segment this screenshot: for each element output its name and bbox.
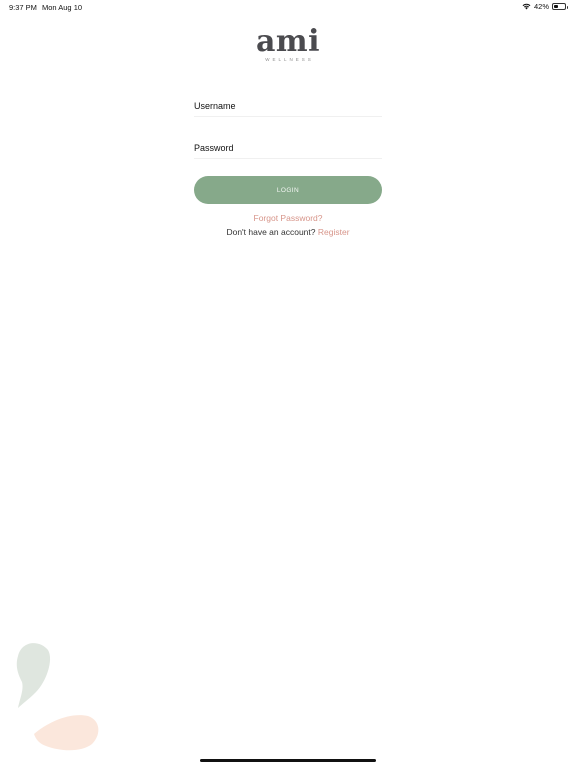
login-form: Username Password xyxy=(194,96,382,180)
green-leaf-shape xyxy=(16,643,51,708)
logo-wordmark: ami xyxy=(255,24,321,59)
peach-leaf-shape xyxy=(34,715,99,751)
battery-fill xyxy=(554,5,559,8)
password-label: Password xyxy=(194,143,234,153)
username-underline xyxy=(194,116,382,117)
username-label: Username xyxy=(194,101,236,111)
status-time: 9:37 PM xyxy=(9,3,37,12)
password-input[interactable] xyxy=(194,158,382,174)
status-indicators: 42% xyxy=(522,2,568,11)
leaf-decoration xyxy=(16,643,99,751)
forgot-password-link[interactable]: Forgot Password? xyxy=(0,213,576,223)
register-link[interactable]: Register xyxy=(318,227,350,237)
status-date: Mon Aug 10 xyxy=(42,3,83,12)
logo-subtitle: WELLNESS xyxy=(265,57,314,62)
status-bar: 9:37 PM Mon Aug 10 42% xyxy=(0,0,576,14)
home-indicator[interactable] xyxy=(200,759,376,762)
battery-percent: 42% xyxy=(533,2,549,11)
no-account-text: Don't have an account? xyxy=(226,227,316,237)
app-logo: ami WELLNESS xyxy=(0,24,576,63)
login-button[interactable]: LOGIN xyxy=(194,176,382,204)
password-underline xyxy=(194,158,382,159)
register-prompt: Don't have an account? Register xyxy=(0,227,576,237)
username-input[interactable] xyxy=(194,116,382,132)
username-field: Username xyxy=(194,96,382,138)
password-field: Password xyxy=(194,138,382,180)
battery-icon xyxy=(552,3,568,10)
wifi-icon xyxy=(522,3,531,10)
